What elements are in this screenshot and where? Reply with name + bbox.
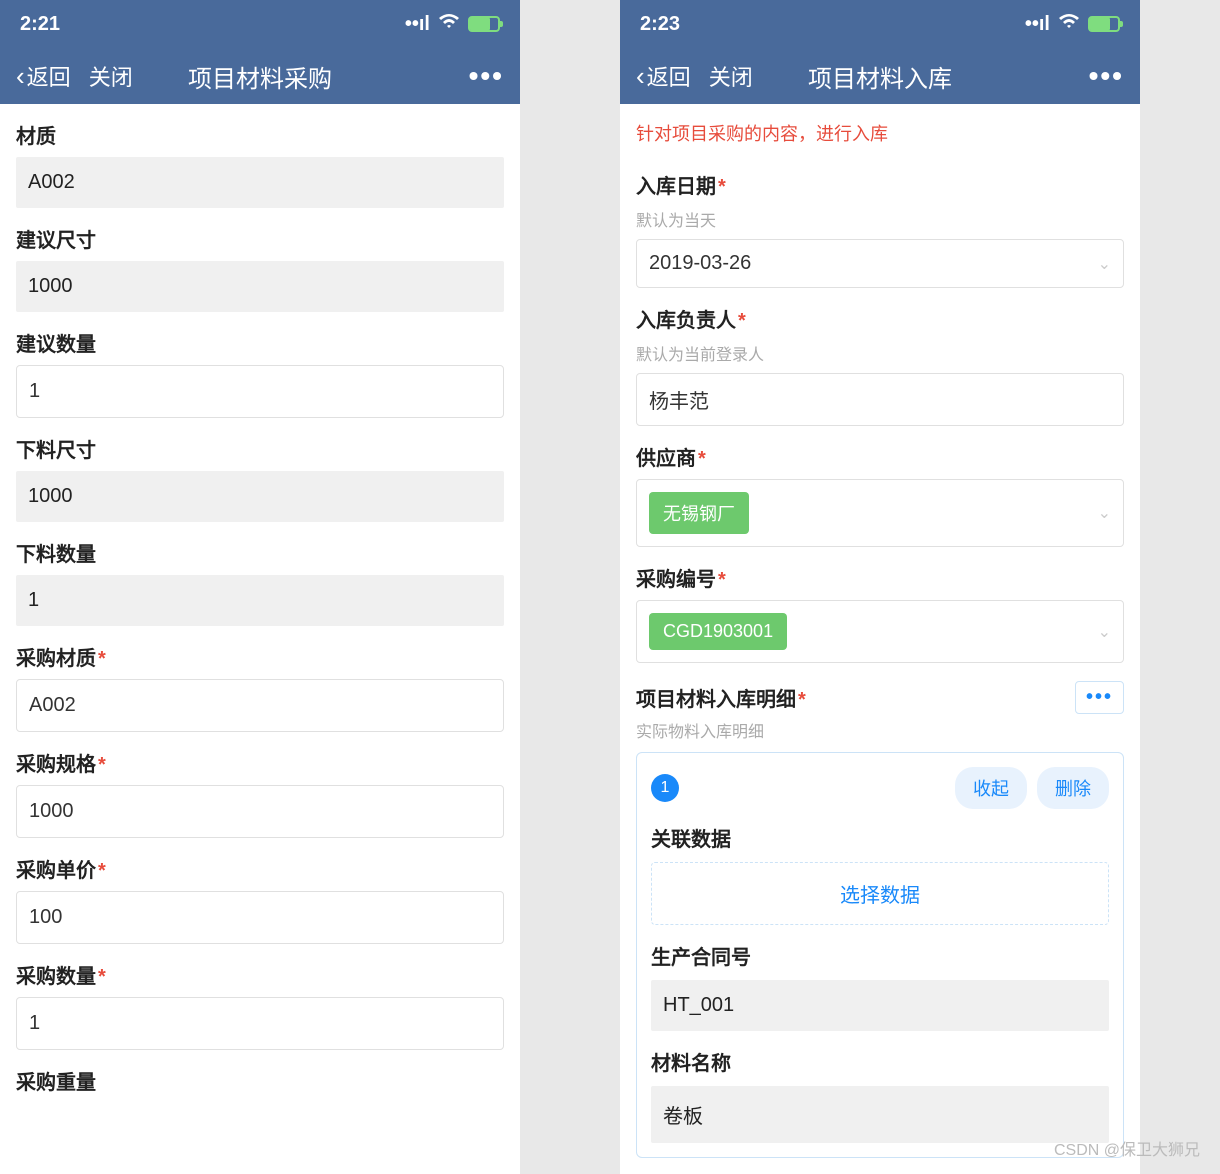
value-material: A002 [16, 157, 504, 208]
status-bar: 2:21 ••ıl [0, 0, 520, 48]
label-cut-qty: 下料数量 [16, 538, 504, 567]
status-icons: ••ıl [405, 13, 500, 36]
form-content: 针对项目采购的内容，进行入库 入库日期* 默认为当天 2019-03-26 ⌄ … [620, 104, 1140, 1174]
form-content: 材质 A002 建议尺寸 1000 建议数量 下料尺寸 1000 下料数量 1 … [0, 104, 520, 1174]
wifi-icon [1058, 13, 1080, 36]
supplier-tag: 无锡钢厂 [649, 492, 749, 534]
wifi-icon [438, 13, 460, 36]
close-button[interactable]: 关闭 [89, 60, 133, 92]
status-icons: ••ıl [1025, 13, 1120, 36]
input-suggested-qty[interactable] [16, 365, 504, 418]
select-data-button[interactable]: 选择数据 [651, 862, 1109, 925]
label-supplier: 供应商* [636, 442, 1124, 471]
label-purchase-qty: 采购数量* [16, 960, 504, 989]
contract-value: HT_001 [651, 980, 1109, 1031]
material-name-value: 卷板 [651, 1086, 1109, 1143]
label-purchase-spec: 采购规格* [16, 748, 504, 777]
detail-more-button[interactable]: ••• [1075, 681, 1124, 714]
more-button[interactable]: ••• [1089, 60, 1124, 92]
label-cut-size: 下料尺寸 [16, 434, 504, 463]
battery-icon [468, 16, 500, 32]
in-date-value: 2019-03-26 [649, 252, 751, 275]
input-purchase-qty[interactable] [16, 997, 504, 1050]
contract-label: 生产合同号 [651, 941, 1109, 970]
purchase-no-tag: CGD1903001 [649, 613, 787, 650]
signal-icon: ••ıl [405, 13, 430, 36]
label-purchase-weight: 采购重量 [16, 1066, 504, 1095]
collapse-button[interactable]: 收起 [955, 767, 1027, 809]
detail-title: 项目材料入库明细* [636, 689, 806, 711]
detail-card: 1 收起 删除 关联数据 选择数据 生产合同号 HT_001 材料名称 卷板 [636, 752, 1124, 1158]
back-label: 返回 [27, 60, 71, 92]
chevron-down-icon: ⌄ [1098, 503, 1111, 523]
value-suggested-size: 1000 [16, 261, 504, 312]
select-in-date[interactable]: 2019-03-26 ⌄ [636, 239, 1124, 288]
page-title: 项目材料入库 [808, 59, 952, 94]
page-title: 项目材料采购 [188, 59, 332, 94]
status-time: 2:23 [640, 13, 680, 36]
back-button[interactable]: ‹ 返回 [16, 60, 71, 92]
label-purchase-price: 采购单价* [16, 854, 504, 883]
card-index: 1 [651, 774, 679, 802]
value-cut-qty: 1 [16, 575, 504, 626]
notice-text: 针对项目采购的内容，进行入库 [636, 104, 1124, 154]
chevron-left-icon: ‹ [636, 61, 645, 92]
input-purchase-price[interactable] [16, 891, 504, 944]
link-label: 关联数据 [651, 823, 1109, 852]
close-button[interactable]: 关闭 [709, 60, 753, 92]
phone-left: 2:21 ••ıl ‹ 返回 关闭 项目材料采购 ••• 材质 A002 建议尺… [0, 0, 520, 1174]
input-in-owner[interactable] [636, 373, 1124, 426]
label-material: 材质 [16, 120, 504, 149]
more-button[interactable]: ••• [469, 60, 504, 92]
nav-bar: ‹ 返回 关闭 项目材料入库 ••• [620, 48, 1140, 104]
label-in-date: 入库日期* [636, 170, 1124, 199]
signal-icon: ••ıl [1025, 13, 1050, 36]
card-header: 1 收起 删除 [651, 767, 1109, 809]
label-suggested-size: 建议尺寸 [16, 224, 504, 253]
input-purchase-material[interactable] [16, 679, 504, 732]
detail-hint: 实际物料入库明细 [636, 718, 1124, 742]
material-name-label: 材料名称 [651, 1047, 1109, 1076]
battery-icon [1088, 16, 1120, 32]
status-time: 2:21 [20, 13, 60, 36]
select-purchase-no[interactable]: CGD1903001 ⌄ [636, 600, 1124, 663]
hint-in-date: 默认为当天 [636, 207, 1124, 231]
status-bar: 2:23 ••ıl [620, 0, 1140, 48]
chevron-down-icon: ⌄ [1098, 254, 1111, 274]
value-cut-size: 1000 [16, 471, 504, 522]
back-button[interactable]: ‹ 返回 [636, 60, 691, 92]
select-supplier[interactable]: 无锡钢厂 ⌄ [636, 479, 1124, 547]
chevron-left-icon: ‹ [16, 61, 25, 92]
label-purchase-material: 采购材质* [16, 642, 504, 671]
label-in-owner: 入库负责人* [636, 304, 1124, 333]
label-purchase-no: 采购编号* [636, 563, 1124, 592]
delete-button[interactable]: 删除 [1037, 767, 1109, 809]
detail-title-wrap: 项目材料入库明细* [636, 683, 806, 712]
phone-right: 2:23 ••ıl ‹ 返回 关闭 项目材料入库 ••• 针对项目采购的内容，进… [620, 0, 1140, 1174]
watermark: CSDN @保卫大狮兄 [1054, 1136, 1200, 1160]
nav-bar: ‹ 返回 关闭 项目材料采购 ••• [0, 48, 520, 104]
hint-in-owner: 默认为当前登录人 [636, 341, 1124, 365]
label-suggested-qty: 建议数量 [16, 328, 504, 357]
back-label: 返回 [647, 60, 691, 92]
chevron-down-icon: ⌄ [1098, 622, 1111, 642]
input-purchase-spec[interactable] [16, 785, 504, 838]
